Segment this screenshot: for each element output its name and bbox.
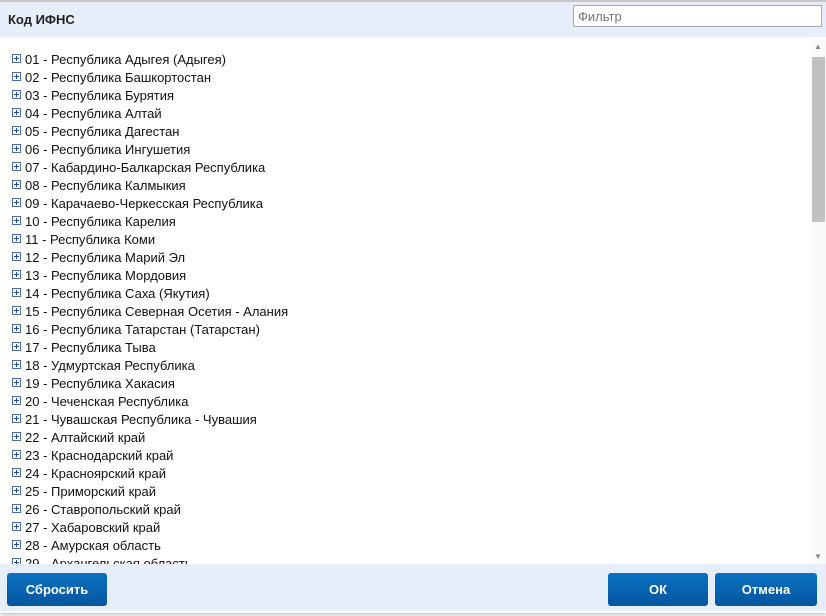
tree-item-label: 04 - Республика Алтай (25, 106, 162, 121)
tree-item-label: 23 - Краснодарский край (25, 448, 174, 463)
tree-item[interactable]: 18 - Удмуртская Республика (12, 357, 195, 375)
tree-item[interactable]: 17 - Республика Тыва (12, 339, 156, 357)
dialog-footer: Сбросить ОК Отмена (0, 564, 826, 611)
expand-plus-icon[interactable] (12, 180, 21, 189)
expand-plus-icon[interactable] (12, 450, 21, 459)
expand-plus-icon[interactable] (12, 90, 21, 99)
expand-plus-icon[interactable] (12, 342, 21, 351)
region-tree: 01 - Республика Адыгея (Адыгея) 02 - Респ… (0, 37, 811, 564)
tree-item[interactable]: 14 - Республика Саха (Якутия) (12, 285, 210, 303)
tree-item[interactable]: 16 - Республика Татарстан (Татарстан) (12, 321, 260, 339)
ifns-code-dialog: Код ИФНС 01 - Республика Адыгея (Адыгея)… (0, 0, 826, 613)
tree-item[interactable]: 23 - Краснодарский край (12, 447, 173, 465)
tree-item[interactable]: 15 - Республика Северная Осетия - Алания (12, 303, 288, 321)
tree-item[interactable]: 01 - Республика Адыгея (Адыгея) (12, 51, 226, 69)
tree-item-label: 02 - Республика Башкортостан (25, 70, 212, 85)
tree-item-label: 12 - Республика Марий Эл (25, 250, 186, 265)
tree-item-label: 06 - Республика Ингушетия (25, 142, 191, 157)
expand-plus-icon[interactable] (12, 378, 21, 387)
scroll-down-icon[interactable]: ▼ (814, 552, 822, 561)
tree-item[interactable]: 27 - Хабаровский край (12, 519, 160, 537)
tree-item-label: 07 - Кабардино-Балкарская Республика (25, 160, 266, 175)
ok-button[interactable]: ОК (608, 573, 708, 606)
expand-plus-icon[interactable] (12, 198, 21, 207)
expand-plus-icon[interactable] (12, 270, 21, 279)
tree-item[interactable]: 12 - Республика Марий Эл (12, 249, 185, 267)
tree-item-label: 14 - Республика Саха (Якутия) (25, 286, 210, 301)
tree-item[interactable]: 20 - Чеченская Республика (12, 393, 188, 411)
expand-plus-icon[interactable] (12, 144, 21, 153)
tree-item[interactable]: 28 - Амурская область (12, 537, 161, 555)
tree-item[interactable]: 13 - Республика Мордовия (12, 267, 186, 285)
dialog-title: Код ИФНС (8, 12, 75, 27)
tree-item-label: 26 - Ставропольский край (25, 502, 181, 517)
scrollbar[interactable]: ▲ ▼ (811, 39, 826, 564)
expand-plus-icon[interactable] (12, 288, 21, 297)
tree-item-label: 10 - Республика Карелия (25, 214, 176, 229)
tree-item-label: 25 - Приморский край (25, 484, 156, 499)
reset-button[interactable]: Сбросить (7, 573, 107, 606)
tree-item[interactable]: 04 - Республика Алтай (12, 105, 162, 123)
scroll-up-icon[interactable]: ▲ (814, 42, 822, 51)
tree-item[interactable]: 06 - Республика Ингушетия (12, 141, 190, 159)
expand-plus-icon[interactable] (12, 486, 21, 495)
tree-item-label: 20 - Чеченская Республика (25, 394, 189, 409)
tree-item[interactable]: 11 - Республика Коми (12, 231, 155, 249)
expand-plus-icon[interactable] (12, 360, 21, 369)
tree-item-label: 11 - Республика Коми (25, 232, 156, 247)
dialog-header: Код ИФНС (0, 2, 826, 37)
tree-item-label: 19 - Республика Хакасия (25, 376, 175, 391)
filter-input[interactable] (573, 5, 822, 27)
tree-item[interactable]: 22 - Алтайский край (12, 429, 145, 447)
tree-item-label: 24 - Красноярский край (25, 466, 166, 481)
tree-item-label: 01 - Республика Адыгея (Адыгея) (25, 52, 226, 67)
expand-plus-icon[interactable] (12, 414, 21, 423)
expand-plus-icon[interactable] (12, 306, 21, 315)
expand-plus-icon[interactable] (12, 504, 21, 513)
expand-plus-icon[interactable] (12, 324, 21, 333)
expand-plus-icon[interactable] (12, 252, 21, 261)
tree-item[interactable]: 24 - Красноярский край (12, 465, 166, 483)
tree-item[interactable]: 25 - Приморский край (12, 483, 156, 501)
tree-item[interactable]: 21 - Чувашская Республика - Чувашия (12, 411, 257, 429)
tree-item[interactable]: 07 - Кабардино-Балкарская Республика (12, 159, 265, 177)
expand-plus-icon[interactable] (12, 432, 21, 441)
expand-plus-icon[interactable] (12, 234, 21, 243)
scrollbar-thumb[interactable] (812, 57, 825, 222)
expand-plus-icon[interactable] (12, 162, 21, 171)
tree-item[interactable]: 29 - Архангельская область (12, 555, 192, 564)
tree-item[interactable]: 26 - Ставропольский край (12, 501, 181, 519)
expand-plus-icon[interactable] (12, 540, 21, 549)
tree-item[interactable]: 10 - Республика Карелия (12, 213, 176, 231)
tree-item-label: 05 - Республика Дагестан (25, 124, 180, 139)
expand-plus-icon[interactable] (12, 468, 21, 477)
tree-item[interactable]: 02 - Республика Башкортостан (12, 69, 211, 87)
expand-plus-icon[interactable] (12, 54, 21, 63)
tree-item-label: 22 - Алтайский край (25, 430, 146, 445)
expand-plus-icon[interactable] (12, 396, 21, 405)
tree-item-label: 03 - Республика Бурятия (25, 88, 175, 103)
tree-item[interactable]: 05 - Республика Дагестан (12, 123, 180, 141)
tree-item-label: 13 - Республика Мордовия (25, 268, 187, 283)
tree-item-label: 09 - Карачаево-Черкесская Республика (25, 196, 264, 211)
tree-item-label: 18 - Удмуртская Республика (25, 358, 195, 373)
tree-item-label: 28 - Амурская область (25, 538, 161, 553)
tree-item-label: 16 - Республика Татарстан (Татарстан) (25, 322, 260, 337)
tree-item-label: 15 - Республика Северная Осетия - Алания (25, 304, 289, 319)
tree-item[interactable]: 19 - Республика Хакасия (12, 375, 175, 393)
tree-item[interactable]: 08 - Республика Калмыкия (12, 177, 186, 195)
tree-item-label: 27 - Хабаровский край (25, 520, 161, 535)
expand-plus-icon[interactable] (12, 216, 21, 225)
tree-item-label: 29 - Архангельская область (25, 556, 192, 564)
expand-plus-icon[interactable] (12, 72, 21, 81)
tree-item-label: 17 - Республика Тыва (25, 340, 156, 355)
tree-item[interactable]: 03 - Республика Бурятия (12, 87, 174, 105)
expand-plus-icon[interactable] (12, 108, 21, 117)
tree-item-label: 21 - Чувашская Республика - Чувашия (25, 412, 257, 427)
cancel-button[interactable]: Отмена (715, 573, 817, 606)
tree-item[interactable]: 09 - Карачаево-Черкесская Республика (12, 195, 263, 213)
tree-item-label: 08 - Республика Калмыкия (25, 178, 186, 193)
expand-plus-icon[interactable] (12, 522, 21, 531)
expand-plus-icon[interactable] (12, 126, 21, 135)
